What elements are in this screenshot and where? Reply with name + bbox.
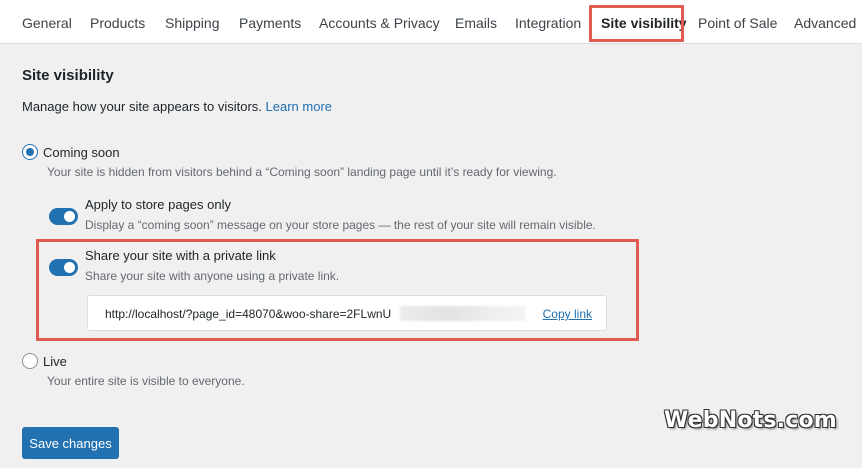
tab-payments[interactable]: Payments <box>239 0 301 44</box>
tab-products[interactable]: Products <box>90 0 145 44</box>
section-description: Manage how your site appears to visitors… <box>22 99 332 114</box>
page-title: Site visibility <box>22 67 114 84</box>
private-link-toggle[interactable] <box>49 259 78 276</box>
private-link-help: Share your site with anyone using a priv… <box>85 269 340 283</box>
coming-soon-help: Your site is hidden from visitors behind… <box>47 165 557 179</box>
private-link-url[interactable]: http://localhost/?page_id=48070&woo-shar… <box>105 307 391 321</box>
description-text: Manage how your site appears to visitors… <box>22 99 262 114</box>
learn-more-link[interactable]: Learn more <box>266 99 332 114</box>
live-radio[interactable] <box>22 353 38 369</box>
store-pages-toggle[interactable] <box>49 208 78 225</box>
copy-link-button[interactable]: Copy link <box>543 307 592 321</box>
live-label: Live <box>43 354 67 369</box>
store-pages-help: Display a “coming soon” message on your … <box>85 218 596 232</box>
tab-point-of-sale[interactable]: Point of Sale <box>698 0 777 44</box>
save-changes-button[interactable]: Save changes <box>22 427 119 459</box>
private-link-box: http://localhost/?page_id=48070&woo-shar… <box>87 295 607 331</box>
tab-advanced[interactable]: Advanced <box>794 0 856 44</box>
private-link-label: Share your site with a private link <box>85 248 276 263</box>
tab-general[interactable]: General <box>22 0 72 44</box>
watermark: WebNots.com <box>664 408 837 433</box>
coming-soon-label: Coming soon <box>43 145 120 160</box>
active-tab-highlight <box>589 5 684 42</box>
tab-integration[interactable]: Integration <box>515 0 581 44</box>
settings-tabs: General Products Shipping Payments Accou… <box>0 0 862 44</box>
redacted-url-blur <box>400 306 525 321</box>
tab-accounts-privacy[interactable]: Accounts & Privacy <box>319 0 440 44</box>
coming-soon-radio[interactable] <box>22 144 38 160</box>
live-help: Your entire site is visible to everyone. <box>47 374 245 388</box>
store-pages-label: Apply to store pages only <box>85 197 231 212</box>
tab-shipping[interactable]: Shipping <box>165 0 220 44</box>
tab-emails[interactable]: Emails <box>455 0 497 44</box>
